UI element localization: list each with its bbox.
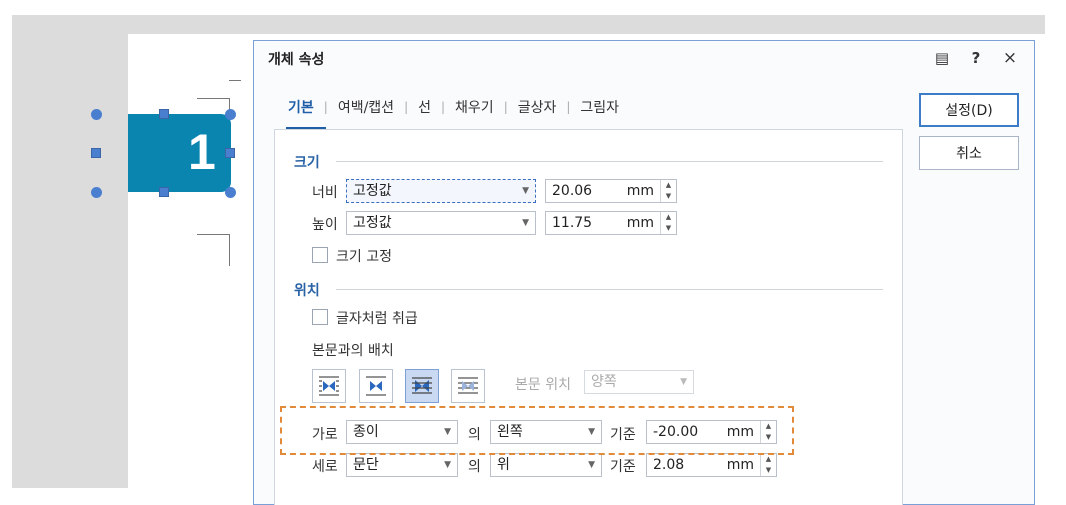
wrap-behind-text-icon (412, 377, 432, 394)
spin-arrows-icon[interactable]: ▲ ▼ (760, 454, 776, 476)
vertical-align-value: 위 (497, 457, 510, 473)
body-position-label: 본문 위치 (515, 377, 571, 393)
resize-handle[interactable] (225, 187, 236, 198)
crop-mark (229, 80, 241, 81)
chevron-down-icon: ▼ (444, 460, 451, 470)
wrap-in-front-icon (458, 377, 478, 394)
wrap-top-bottom-icon (366, 376, 386, 396)
crop-mark (197, 98, 230, 99)
resize-handle[interactable] (159, 187, 169, 197)
chevron-down-icon: ▼ (588, 460, 595, 470)
wrap-label: 본문과의 배치 (312, 343, 394, 359)
vertical-ref-value: 문단 (353, 457, 379, 473)
wrap-square-icon (319, 376, 339, 396)
vertical-offset-value: 2.08 (653, 457, 685, 473)
highlight-annotation-box (280, 406, 794, 455)
unit-label: mm (726, 457, 754, 473)
section-divider (336, 161, 883, 162)
memo-icon[interactable]: ▤ (934, 49, 950, 67)
chevron-down-icon: ▼ (522, 218, 529, 228)
height-mode-value: 고정값 (353, 215, 392, 231)
size-section-title: 크기 (294, 155, 320, 171)
ok-button[interactable]: 설정(D) (919, 93, 1019, 127)
tab-separator: | (441, 100, 446, 114)
tab-bar: 기본 | 여백/캡션 | 선 | 채우기 | 글상자 | 그림자 (286, 97, 621, 117)
shape-number: 1 (188, 124, 216, 180)
vertical-label: 세로 (312, 459, 338, 475)
tab-basic[interactable]: 기본 (286, 97, 316, 117)
chevron-down-icon: ▼ (680, 377, 687, 387)
lock-size-checkbox[interactable] (312, 247, 328, 263)
unit-label: mm (626, 215, 654, 231)
resize-handle[interactable] (159, 109, 169, 119)
dialog-title: 개체 속성 (268, 52, 325, 68)
vertical-ref-select[interactable]: 문단 ▼ (346, 453, 458, 477)
tab-separator: | (323, 100, 328, 114)
body-position-select: 양쪽 ▼ (584, 370, 694, 394)
treat-as-char-label: 글자처럼 취급 (336, 311, 418, 327)
resize-handle[interactable] (225, 109, 236, 120)
position-section-title: 위치 (294, 283, 320, 299)
height-input[interactable]: 11.75 mm ▲ ▼ (545, 211, 677, 235)
width-mode-value: 고정값 (353, 183, 392, 199)
crop-mark (229, 234, 230, 266)
height-label: 높이 (312, 217, 338, 233)
tab-line[interactable]: 선 (416, 97, 433, 117)
width-input[interactable]: 20.06 mm ▲ ▼ (545, 179, 677, 203)
resize-handle[interactable] (91, 187, 102, 198)
close-icon[interactable]: × (1002, 49, 1018, 67)
cancel-button[interactable]: 취소 (919, 136, 1019, 170)
tab-margin-caption[interactable]: 여백/캡션 (336, 97, 396, 117)
wrap-square-button[interactable] (312, 369, 346, 403)
resize-handle[interactable] (91, 148, 101, 158)
lock-size-label: 크기 고정 (336, 249, 392, 265)
crop-mark (197, 234, 230, 235)
basis-label: 기준 (610, 459, 636, 475)
treat-as-char-checkbox[interactable] (312, 309, 328, 325)
of-label: 의 (468, 459, 481, 475)
vertical-offset-input[interactable]: 2.08 mm ▲ ▼ (646, 453, 777, 477)
dialog-titlebar[interactable]: 개체 속성 ▤ ? × (254, 41, 1034, 77)
tab-fill[interactable]: 채우기 (453, 97, 496, 117)
help-icon[interactable]: ? (968, 49, 984, 67)
tab-separator: | (503, 100, 508, 114)
resize-handle[interactable] (225, 148, 235, 158)
width-value: 20.06 (552, 183, 593, 199)
height-value: 11.75 (552, 215, 593, 231)
unit-label: mm (626, 183, 654, 199)
wrap-top-bottom-button[interactable] (359, 369, 393, 403)
wrap-behind-text-button[interactable] (405, 369, 439, 403)
height-mode-select[interactable]: 고정값 ▼ (346, 211, 536, 235)
chevron-down-icon: ▼ (522, 186, 529, 196)
tab-textbox[interactable]: 글상자 (516, 97, 559, 117)
spin-arrows-icon[interactable]: ▲ ▼ (660, 180, 676, 202)
tab-separator: | (566, 100, 571, 114)
width-mode-select[interactable]: 고정값 ▼ (346, 179, 536, 203)
section-divider (336, 289, 883, 290)
tab-shadow[interactable]: 그림자 (578, 97, 621, 117)
body-position-value: 양쪽 (591, 374, 617, 390)
wrap-in-front-button[interactable] (451, 369, 485, 403)
width-label: 너비 (312, 185, 338, 201)
spin-arrows-icon[interactable]: ▲ ▼ (660, 212, 676, 234)
tab-separator: | (404, 100, 409, 114)
vertical-align-select[interactable]: 위 ▼ (490, 453, 602, 477)
resize-handle[interactable] (91, 109, 102, 120)
